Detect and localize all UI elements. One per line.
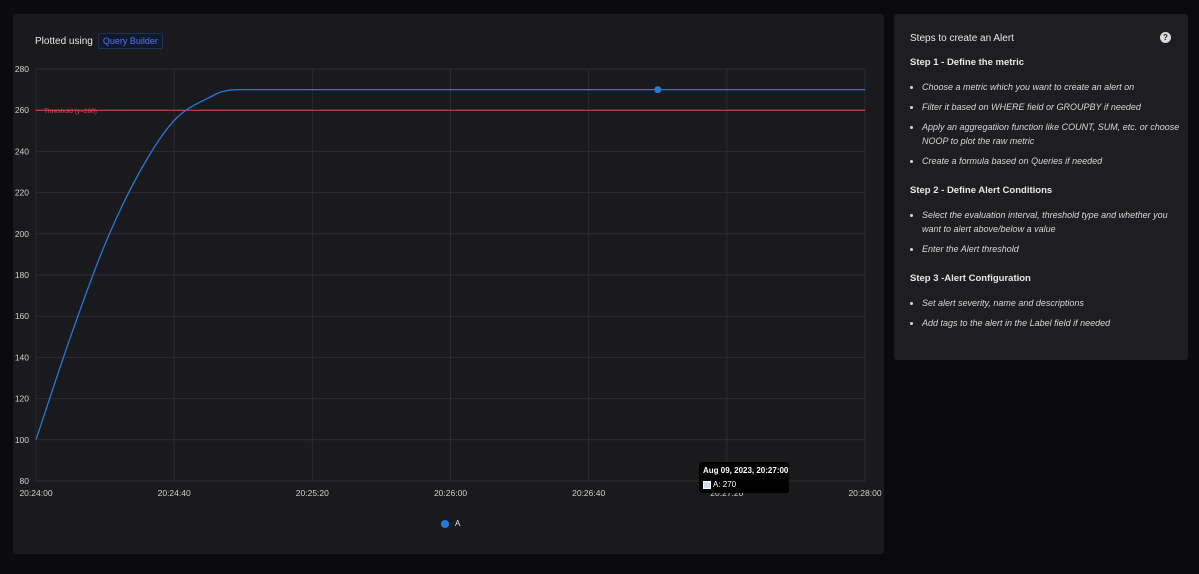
step-3-list: Set alert severity, name and description… [910,296,1184,336]
y-tick-label: 160 [15,311,29,321]
y-tick-label: 240 [15,146,29,156]
threshold-label: Threshold (y=260) [44,108,97,115]
list-item: Set alert severity, name and description… [922,296,1184,310]
x-tick-label: 20:26:00 [434,488,467,498]
alert-guide-panel: Steps to create an Alert ? Step 1 - Defi… [894,14,1188,360]
list-item: Choose a metric which you want to create… [922,80,1184,94]
chart-tooltip: Aug 09, 2023, 20:27:00 A: 270 [699,462,789,493]
help-icon[interactable]: ? [1160,32,1171,43]
y-tick-label: 280 [15,64,29,74]
y-tick-label: 180 [15,270,29,280]
y-tick-label: 200 [15,229,29,239]
x-tick-label: 20:24:00 [19,488,52,498]
y-tick-label: 140 [15,352,29,362]
tooltip-value-row: A: 270 [703,480,736,489]
step-2-list: Select the evaluation interval, threshol… [910,208,1184,262]
list-item: Apply an aggregatiion function like COUN… [922,120,1184,148]
x-tick-label: 20:26:40 [572,488,605,498]
x-tick-label: 20:25:20 [296,488,329,498]
list-item: Add tags to the alert in the Label field… [922,316,1184,330]
y-tick-label: 120 [15,394,29,404]
list-item: Filter it based on WHERE field or GROUPB… [922,100,1184,114]
chart-legend[interactable]: A [441,519,460,528]
x-tick-label: 20:24:40 [158,488,191,498]
list-item: Create a formula based on Queries if nee… [922,154,1184,168]
y-tick-label: 260 [15,105,29,115]
legend-dot-icon [441,519,449,528]
tooltip-value: A: 270 [713,480,737,489]
guide-title: Steps to create an Alert [910,33,1014,44]
step-1-list: Choose a metric which you want to create… [910,80,1184,174]
step-3-title: Step 3 -Alert Configuration [910,273,1031,284]
y-tick-label: 220 [15,188,29,198]
list-item: Enter the Alert threshold [922,242,1184,256]
step-2-title: Step 2 - Define Alert Conditions [910,185,1053,196]
tooltip-swatch [703,480,711,489]
y-tick-label: 80 [20,476,30,486]
y-tick-label: 100 [15,435,29,445]
step-1-title: Step 1 - Define the metric [910,57,1025,68]
list-item: Select the evaluation interval, threshol… [922,208,1184,236]
x-tick-label: 20:28:00 [848,488,881,498]
tooltip-date: Aug 09, 2023, 20:27:00 [703,466,789,475]
highlight-point [654,86,662,94]
legend-label: A [455,519,461,528]
